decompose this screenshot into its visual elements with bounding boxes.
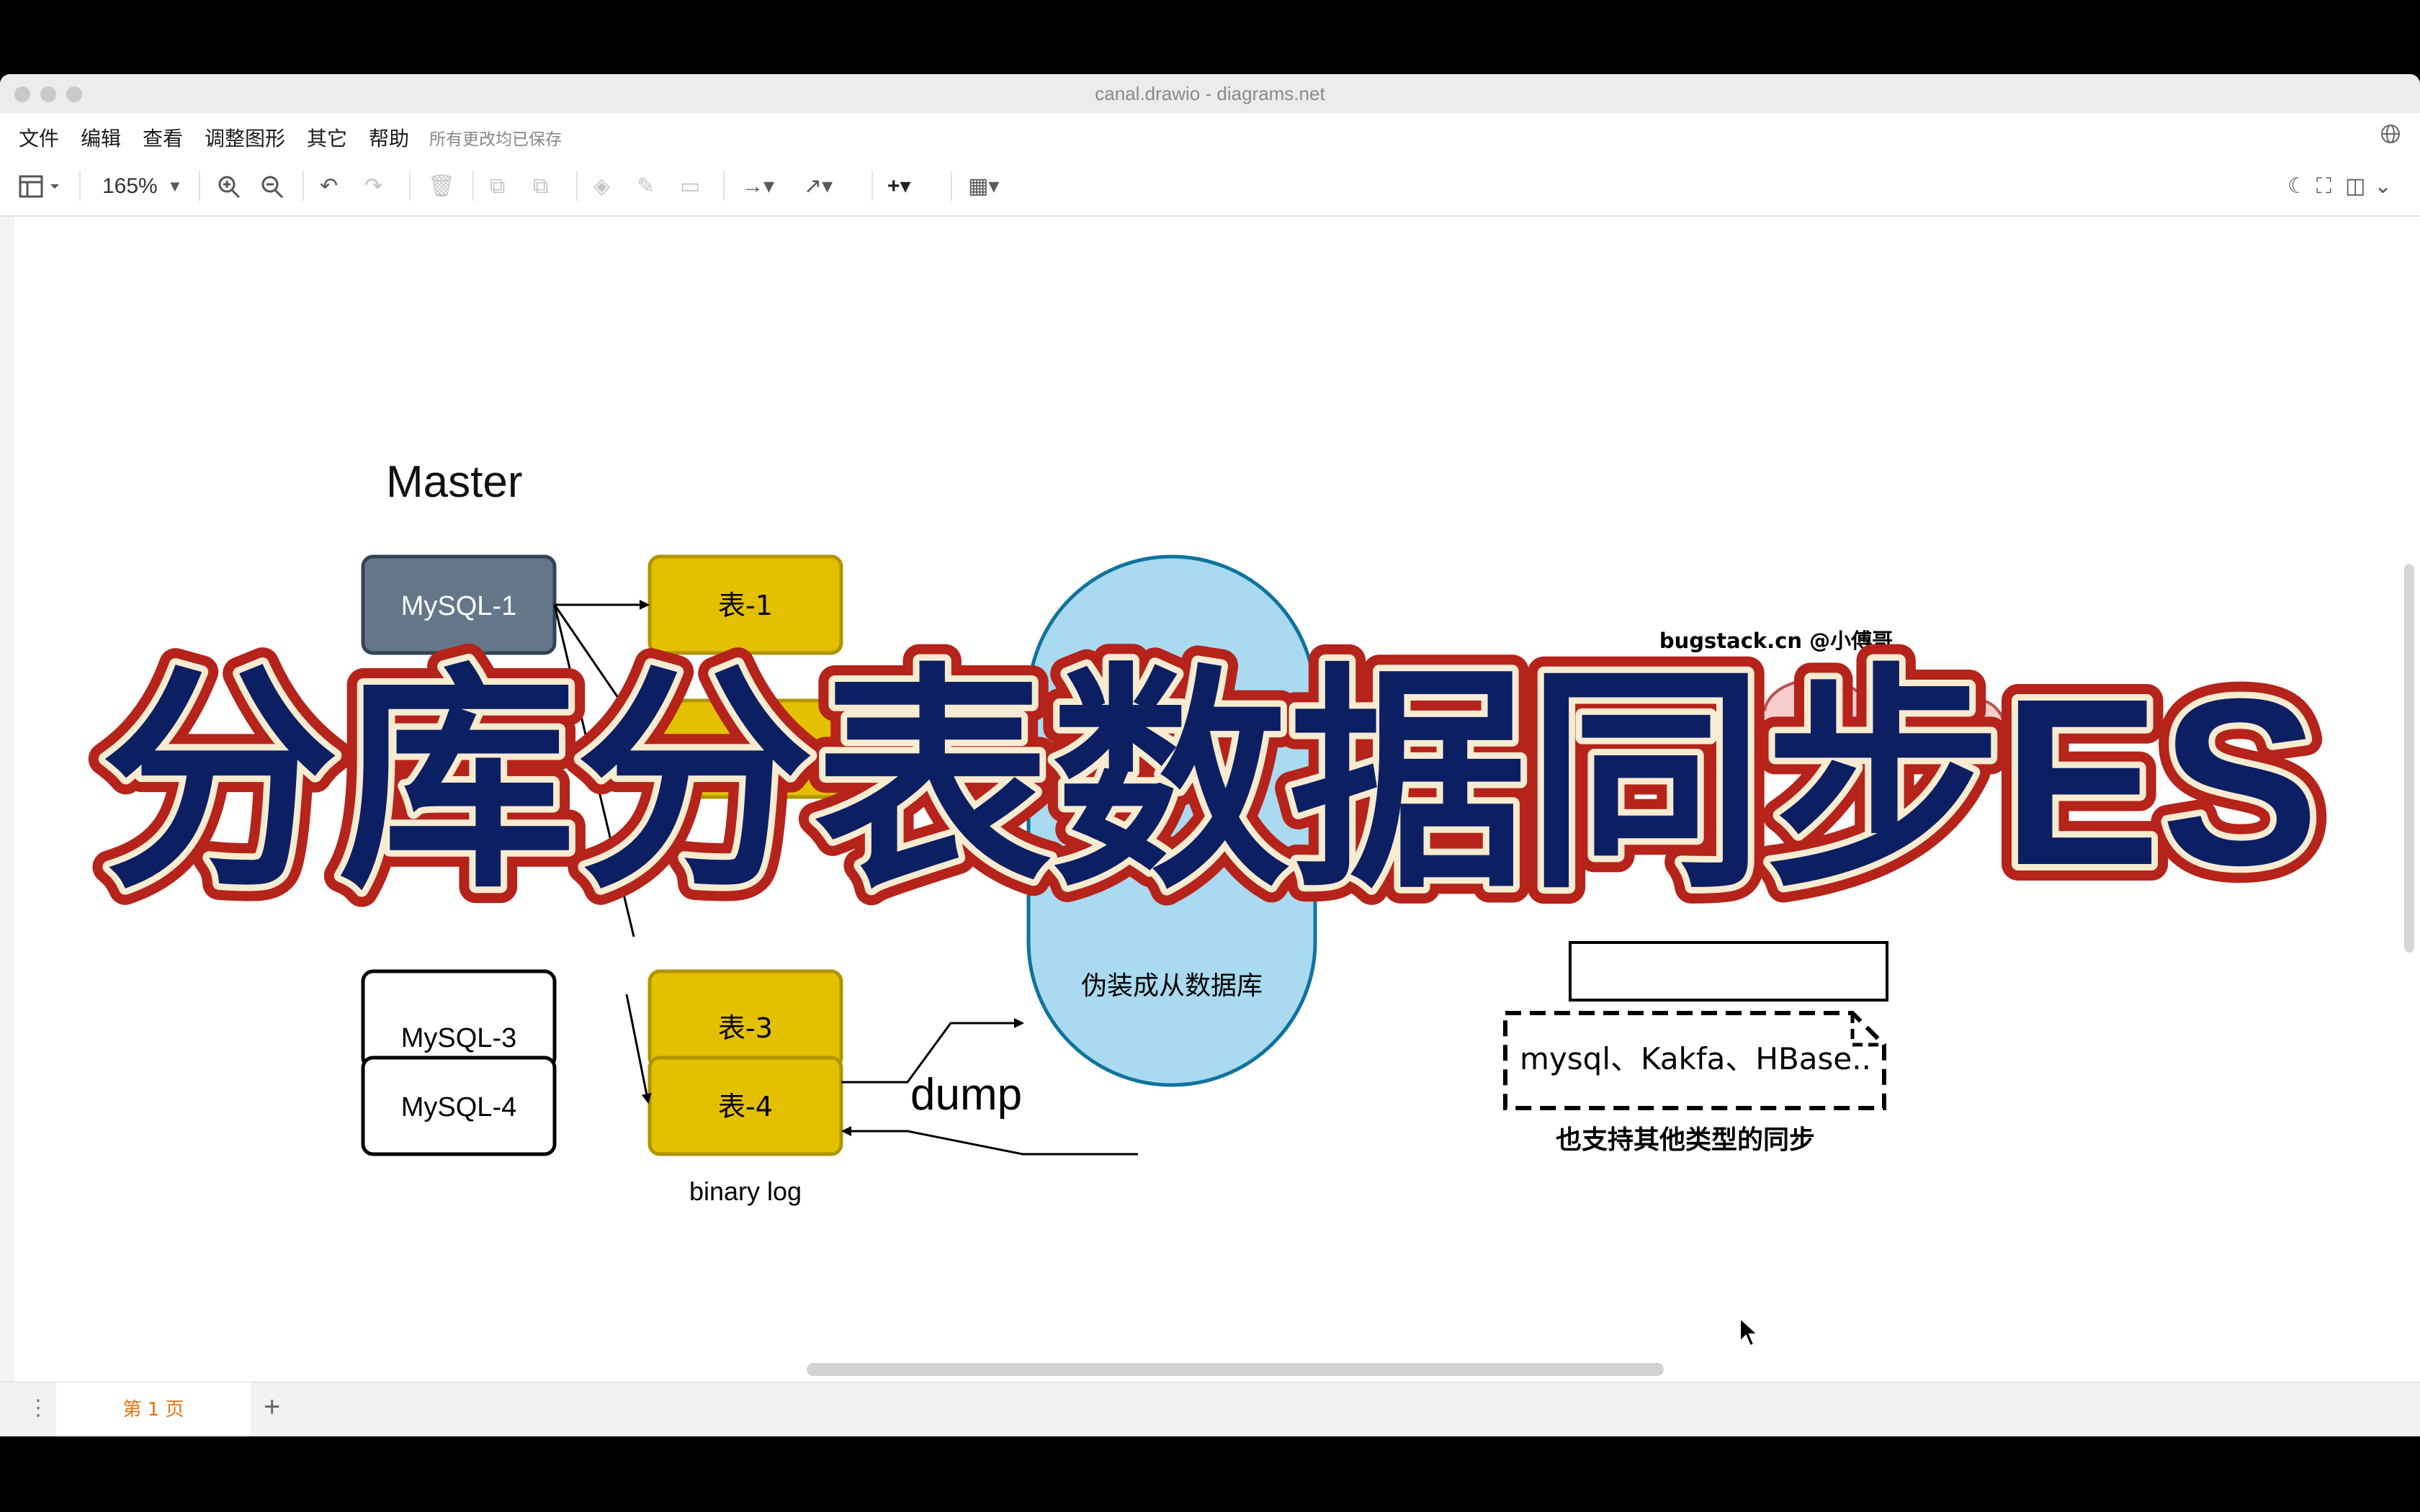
add-page-icon[interactable]: +	[264, 1391, 280, 1423]
shadow-icon[interactable]: ▭	[680, 172, 700, 201]
table-node-3-label: 表-3	[718, 1012, 773, 1044]
menu-edit[interactable]: 编辑	[81, 123, 121, 152]
language-globe-icon[interactable]	[2380, 123, 2401, 145]
waypoints-icon[interactable]: ↗▾	[804, 172, 833, 201]
fullscreen-icon[interactable]: ⛶	[2316, 172, 2331, 201]
redo-icon[interactable]: ↷	[364, 172, 382, 201]
table-insert-icon[interactable]: ▦▾	[968, 172, 999, 201]
zoom-level-select[interactable]: 165%	[102, 172, 158, 201]
menu-arrange[interactable]: 调整图形	[205, 123, 285, 152]
to-back-icon[interactable]: ⧉	[533, 172, 548, 201]
line-color-icon[interactable]: ✎	[637, 172, 655, 201]
to-front-icon[interactable]: ⧉	[490, 172, 505, 201]
collapse-toolbar-icon[interactable]: ⌄	[2374, 172, 2392, 201]
menu-bar: 文件 编辑 查看 调整图形 其它 帮助 所有更改均已保存	[0, 113, 2420, 158]
mysql-node-3[interactable]: MySQL-3	[361, 969, 557, 1070]
mouse-cursor-icon	[1739, 1316, 1760, 1347]
format-panel-icon[interactable]: ◫	[2345, 172, 2365, 201]
connection-style-icon[interactable]: →▾	[742, 172, 774, 201]
format-panel-toggle-icon[interactable]	[19, 172, 62, 201]
menu-extras[interactable]: 其它	[307, 123, 347, 152]
mysql-node-4-label: MySQL-4	[401, 1092, 516, 1122]
other-sync-caption: 也支持其他类型的同步	[1556, 1125, 1815, 1155]
pages-menu-icon[interactable]: ⋮	[27, 1395, 49, 1421]
page-tab-bar: ⋮ 第 1 页 +	[0, 1382, 2420, 1436]
slave-label: 伪装成从数据库	[1081, 971, 1263, 1001]
other-sync-box-label: mysql、Kakfa、HBase..	[1520, 1041, 1871, 1076]
menu-help[interactable]: 帮助	[369, 123, 409, 152]
insert-plus-icon[interactable]: +▾	[887, 172, 911, 201]
other-sync-box[interactable]: mysql、Kakfa、HBase..	[1503, 1011, 1886, 1110]
horizontal-scrollbar[interactable]	[807, 1363, 1664, 1376]
zoom-dropdown-chevron-icon[interactable]: ▼	[167, 172, 183, 201]
dark-mode-icon[interactable]: ☾	[2287, 172, 2307, 201]
table-node-4[interactable]: 表-4	[647, 1056, 843, 1156]
fill-color-icon[interactable]: ◈	[593, 172, 610, 201]
toolbar: 165% ▼ ↶ ↷ 🗑 ⧉ ⧉ ◈ ✎ ▭ →▾ ↗▾ +▾ ▦▾ ☾ ⛶ ◫…	[0, 158, 2420, 217]
dump-label: dump	[910, 1070, 1022, 1120]
zoom-out-icon[interactable]	[259, 172, 285, 201]
mysql-node-1-label: MySQL-1	[401, 591, 516, 621]
table-node-1-label: 表-1	[718, 590, 773, 621]
menu-file[interactable]: 文件	[19, 123, 59, 152]
page-tab-1[interactable]: 第 1 页	[56, 1382, 251, 1436]
binary-log-label: binary log	[689, 1176, 802, 1206]
save-status: 所有更改均已保存	[429, 130, 562, 149]
title-bar: canal.drawio - diagrams.net	[0, 74, 2420, 114]
es-target-box[interactable]	[1569, 941, 1888, 1002]
zoom-in-icon[interactable]	[216, 172, 242, 201]
window-title: canal.drawio - diagrams.net	[1095, 83, 1325, 104]
overlay-title-text: 分库分表数据同步ES	[101, 649, 2319, 914]
table-node-4-label: 表-4	[718, 1091, 773, 1122]
overlay-title: 分库分表数据同步ES 分库分表数据同步ES	[84, 632, 2336, 922]
mysql-node-3-label: MySQL-3	[401, 1023, 516, 1053]
mysql-node-4[interactable]: MySQL-4	[361, 1056, 557, 1156]
table-node-3[interactable]: 表-3	[647, 969, 843, 1070]
menu-view[interactable]: 查看	[143, 123, 183, 152]
master-label: Master	[386, 457, 522, 507]
delete-icon[interactable]: 🗑	[428, 172, 455, 201]
undo-icon[interactable]: ↶	[320, 172, 338, 201]
